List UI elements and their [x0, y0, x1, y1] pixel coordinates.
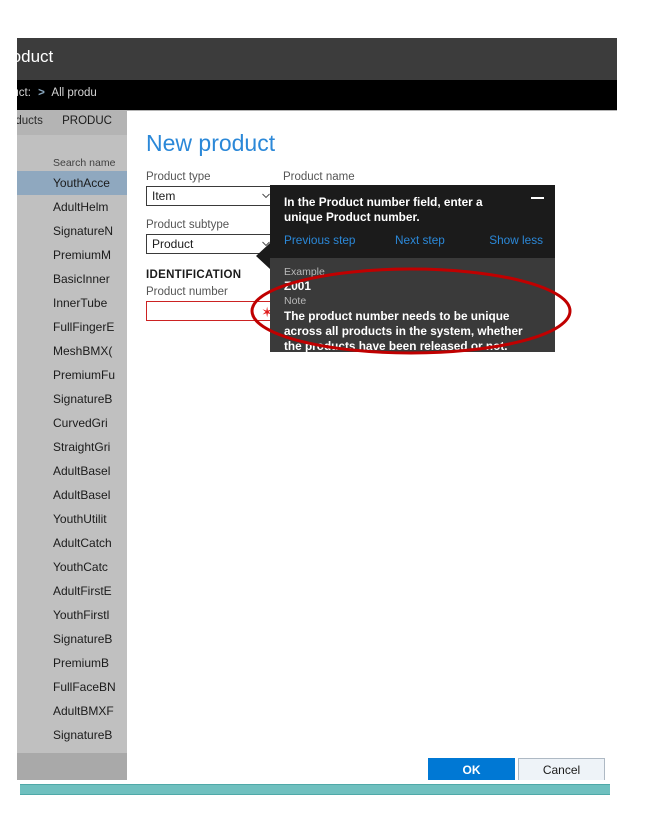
- field-label-product-type: Product type: [146, 171, 211, 183]
- coachmark-example-value: Z001: [284, 279, 311, 293]
- product-type-select[interactable]: Item: [146, 186, 278, 206]
- coachmark-note-text: The product number needs to be unique ac…: [284, 309, 523, 353]
- product-number-input[interactable]: ✶: [146, 301, 278, 321]
- tab-product[interactable]: PRODUC: [62, 115, 112, 127]
- product-type-value: Item: [152, 189, 176, 203]
- breadcrumb-separator: >: [38, 87, 45, 99]
- horizontal-scrollbar[interactable]: [20, 784, 610, 795]
- cancel-button[interactable]: Cancel: [518, 758, 605, 780]
- dialog-footer: OK Cancel: [127, 750, 617, 780]
- chevron-down-icon: [262, 193, 270, 199]
- application-window: roduct duct: > All produ oducts PRODUC S…: [17, 38, 617, 780]
- coachmark-navigation: Previous step Next step Show less: [270, 233, 555, 255]
- coachmark-header: In the Product number field, enter a uni…: [270, 185, 555, 229]
- coachmark-tooltip: In the Product number field, enter a uni…: [256, 185, 555, 353]
- minimize-icon[interactable]: [531, 197, 544, 199]
- breadcrumb-bar: duct: > All produ: [17, 80, 617, 110]
- product-subtype-value: Product: [152, 237, 194, 251]
- coachmark-example-label: Example: [284, 266, 325, 278]
- screenshot-root: roduct duct: > All produ oducts PRODUC S…: [0, 0, 655, 813]
- next-step-link[interactable]: Next step: [395, 233, 445, 247]
- section-header-identification: IDENTIFICATION: [146, 269, 242, 281]
- previous-step-link[interactable]: Previous step: [284, 233, 355, 247]
- app-header-title: roduct: [17, 47, 54, 66]
- field-label-product-subtype: Product subtype: [146, 219, 230, 231]
- grid-column-header-search-name[interactable]: Search name: [53, 157, 115, 169]
- coachmark-note-label: Note: [284, 295, 307, 307]
- dialog-title: New product: [146, 130, 276, 156]
- breadcrumb: duct: > All produ: [17, 87, 97, 99]
- coachmark-pointer-arrow: [256, 243, 270, 269]
- coachmark-body: Example Z001 Note The product number nee…: [270, 258, 555, 353]
- app-header-bar: roduct: [17, 38, 617, 80]
- show-less-link[interactable]: Show less: [489, 233, 543, 247]
- tab-all-products[interactable]: oducts: [17, 115, 43, 127]
- field-label-product-number: Product number: [146, 286, 228, 298]
- breadcrumb-item-0[interactable]: duct:: [17, 87, 31, 99]
- field-product-number: Product number ✶: [146, 286, 278, 321]
- coachmark-headline: In the Product number field, enter a uni…: [284, 195, 483, 224]
- ok-button[interactable]: OK: [428, 758, 515, 780]
- tab-list: oducts PRODUC: [17, 115, 128, 127]
- field-product-type: Product type Item: [146, 171, 278, 206]
- field-label-product-name: Product name: [283, 171, 355, 183]
- breadcrumb-item-1[interactable]: All produ: [51, 87, 96, 99]
